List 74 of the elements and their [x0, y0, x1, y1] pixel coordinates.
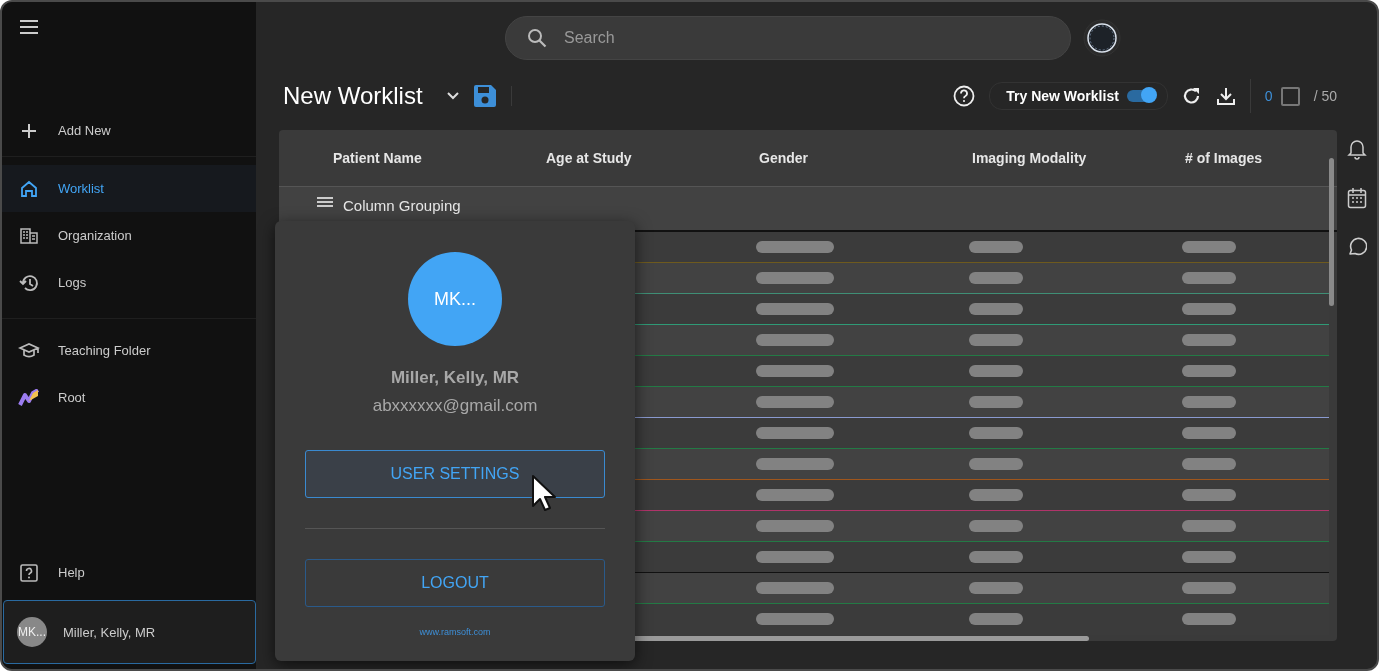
- chat-icon[interactable]: [1347, 236, 1367, 256]
- loading-bar: [969, 582, 1023, 594]
- loading-bar: [969, 303, 1023, 315]
- mouse-pointer-icon: [531, 474, 557, 512]
- sidebar-item[interactable]: Organization: [2, 212, 256, 259]
- toggle-switch[interactable]: [1126, 90, 1155, 102]
- loading-bar: [969, 241, 1023, 253]
- loading-bar: [969, 520, 1023, 532]
- column-header[interactable]: Imaging Modality: [958, 150, 1171, 166]
- help-icon[interactable]: [953, 85, 976, 107]
- download-icon[interactable]: [1215, 86, 1236, 106]
- refresh-icon[interactable]: [1181, 86, 1202, 106]
- vertical-scrollbar[interactable]: [1329, 158, 1334, 306]
- calendar-icon[interactable]: [1347, 187, 1367, 209]
- search-icon: [527, 28, 547, 48]
- loading-bar: [1182, 241, 1236, 253]
- column-header[interactable]: Patient Name: [319, 150, 532, 166]
- user-email: abxxxxxx@gmail.com: [372, 396, 538, 416]
- user-profile-button[interactable]: MK... Miller, Kelly, MR: [3, 600, 256, 664]
- drag-handle-icon[interactable]: [317, 197, 333, 207]
- column-header[interactable]: Gender: [745, 150, 958, 166]
- selected-count: 0: [1264, 88, 1273, 104]
- loading-bar: [969, 334, 1023, 346]
- loading-bar: [1182, 551, 1236, 563]
- loading-bar: [969, 365, 1023, 377]
- loading-bar: [969, 427, 1023, 439]
- chevron-down-icon[interactable]: [446, 92, 459, 100]
- save-icon[interactable]: [472, 84, 497, 108]
- history-icon: [18, 273, 40, 292]
- user-avatar: MK...: [17, 617, 47, 647]
- sidebar-item[interactable]: Teaching Folder: [2, 327, 256, 374]
- sidebar-item[interactable]: Root: [2, 374, 256, 421]
- loading-bar: [1182, 272, 1236, 284]
- loading-bar: [969, 396, 1023, 408]
- loading-bar: [1182, 365, 1236, 377]
- home-icon: [18, 179, 40, 198]
- building-icon: [18, 226, 40, 245]
- menu-icon[interactable]: [20, 20, 38, 34]
- loading-bar: [969, 489, 1023, 501]
- search-field[interactable]: Search: [505, 16, 1071, 60]
- worklist-title: New Worklist: [283, 82, 423, 110]
- column-header[interactable]: # of Images: [1171, 150, 1337, 166]
- column-grouping-label: Column Grouping: [343, 197, 461, 214]
- loading-bar: [1182, 489, 1236, 501]
- loading-bar: [1182, 396, 1236, 408]
- loading-bar: [1182, 582, 1236, 594]
- sidebar-item[interactable]: Logs: [2, 259, 256, 306]
- sidebar-item[interactable]: Worklist: [2, 165, 256, 212]
- loading-bar: [1182, 334, 1236, 346]
- loading-bar: [1182, 613, 1236, 625]
- loading-bar: [969, 551, 1023, 563]
- graduation-cap-icon: [18, 341, 40, 360]
- loading-bar: [1182, 427, 1236, 439]
- user-name: Miller, Kelly, MR: [390, 368, 520, 388]
- loading-bar: [969, 458, 1023, 470]
- add-new-item[interactable]: Add New: [2, 107, 256, 154]
- new-worklist-toggle[interactable]: Try New Worklist: [989, 82, 1168, 110]
- column-header[interactable]: Age at Study: [532, 150, 745, 166]
- loading-bar: [969, 272, 1023, 284]
- loading-bar: [1182, 520, 1236, 532]
- loading-bar: [1182, 458, 1236, 470]
- avatar-icon[interactable]: [1083, 19, 1121, 57]
- total-count: / 50: [1313, 88, 1337, 104]
- zigzag-logo-icon: [18, 388, 40, 407]
- user-avatar: MK...: [408, 252, 502, 346]
- help-item[interactable]: Help: [2, 549, 256, 596]
- bell-icon[interactable]: [1347, 138, 1367, 160]
- help-icon: [18, 563, 40, 582]
- loading-bar: [969, 613, 1023, 625]
- loading-bar: [1182, 303, 1236, 315]
- user-name: Miller, Kelly, MR: [63, 624, 156, 640]
- select-all-checkbox[interactable]: [1280, 86, 1300, 106]
- logout-button[interactable]: LOGOUT: [305, 559, 605, 607]
- user-settings-button[interactable]: USER SETTINGS: [305, 450, 605, 498]
